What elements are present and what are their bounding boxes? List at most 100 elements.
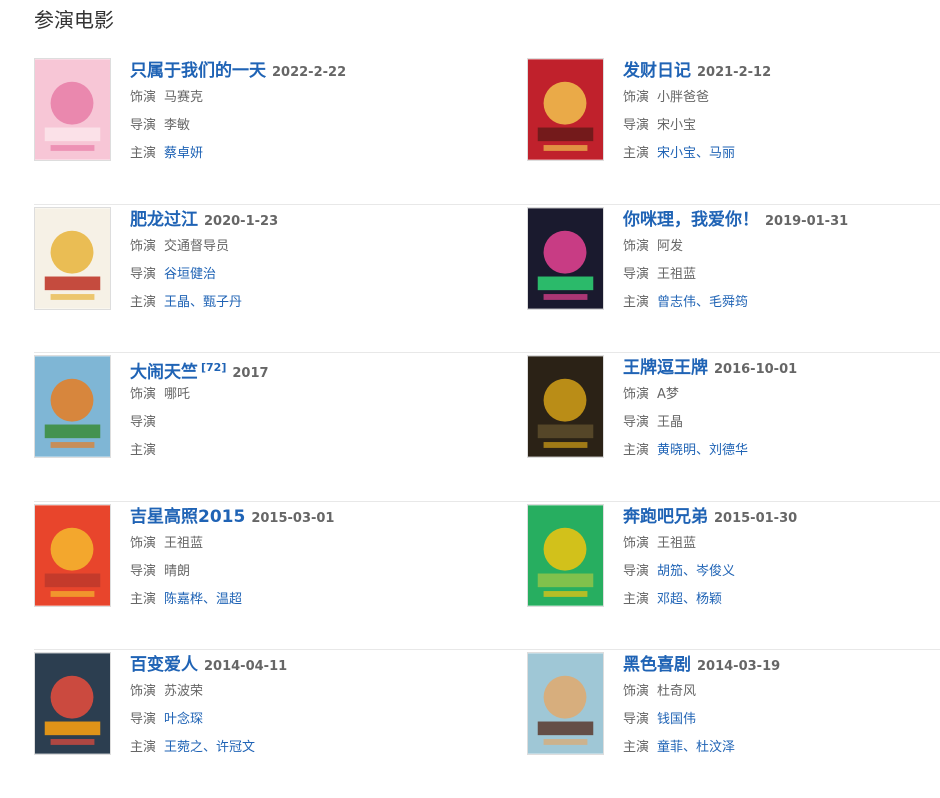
role-field: 饰演 阿发 [623,233,848,261]
cast-member-link[interactable]: 温超 [216,592,242,607]
movie-info: 肥龙过江 2020-1-23 饰演 交通督导员 导演 谷垣健治 主演 王晶、甄子丹 [130,207,278,317]
director-value[interactable]: 叶念琛 [164,712,203,727]
movie-title-link[interactable]: 你咪理，我爱你！ [623,210,759,230]
director-label: 导演 [130,712,157,727]
director-value: 王祖蓝 [657,266,697,282]
movie-card: 黑色喜剧 2014-03-19 饰演 杜奇风 导演 钱国伟主演 童菲、杜汶泽 [527,652,940,772]
movie-title-link[interactable]: 吉星高照2015 [130,507,245,527]
movie-title-link[interactable]: 奔跑吧兄弟 [623,507,708,527]
role-value: 阿发 [657,238,684,254]
movie-title-link[interactable]: 大闹天竺 [130,362,198,382]
movie-info: 大闹天竺 [72] 2017 饰演 哪吒 导演 主演 [130,355,269,465]
movie-title-link[interactable]: 王牌逗王牌 [623,358,708,378]
cast-member-link[interactable]: 许冠文 [216,740,255,755]
movie-title-line: 发财日记 2021-2-12 [623,58,771,84]
movie-card: 你咪理，我爱你！ 2019-01-31 饰演 阿发 导演 王祖蓝 主演 曾志伟、毛舜筠 [527,206,940,327]
section-title: 参演电影 [34,8,114,32]
movie-poster[interactable] [34,355,111,458]
movie-title-link[interactable]: 发财日记 [623,61,691,81]
cast-label: 主演 [623,294,650,310]
movie-info: 你咪理，我爱你！ 2019-01-31 饰演 阿发 导演 王祖蓝 主演 曾志伟、毛舜筠 [623,207,848,317]
role-label: 饰演 [130,90,157,105]
cast-label: 主演 [130,146,157,161]
role-field: 饰演 杜奇风 [623,678,780,706]
cast-member-link[interactable]: 王晶 [164,295,190,310]
movie-title-link[interactable]: 黑色喜剧 [623,655,691,675]
cast-member-link[interactable]: 杜汶泽 [696,740,735,755]
director-field: 导演 谷垣健治 [130,261,278,289]
movie-card: 大闹天竺 [72] 2017 饰演 哪吒 导演 主演 [34,355,474,475]
movie-grid: 只属于我们的一天 2022-2-22 饰演 马赛克 导演 李敏 主演 蔡卓妍 发财日记 2021-… [34,56,940,798]
cast-label: 主演 [623,740,650,755]
movie-title-link[interactable]: 只属于我们的一天 [130,61,266,81]
cast-member-link[interactable]: 陈嘉桦 [164,592,203,607]
movie-info: 只属于我们的一天 2022-2-22 饰演 马赛克 导演 李敏 主演 蔡卓妍 [130,58,346,168]
release-date: 2016-10-01 [714,362,798,377]
movie-poster[interactable] [527,355,604,458]
role-label: 饰演 [623,684,650,699]
release-date: 2022-2-22 [272,65,347,80]
cast-member-link[interactable]: 蔡卓妍 [164,146,203,161]
movie-poster[interactable] [34,206,111,310]
movie-row: 只属于我们的一天 2022-2-22 饰演 马赛克 导演 李敏 主演 蔡卓妍 发财日记 2021-… [34,56,940,205]
release-date: 2015-01-30 [714,510,798,526]
role-field: 饰演 哪吒 [130,381,269,409]
movie-poster[interactable] [527,206,604,310]
cast-member-link[interactable]: 曾志伟 [657,295,696,310]
cast-separator: 、 [683,740,697,755]
movie-info: 吉星高照2015 2015-03-01 饰演 王祖蓝 导演 晴朗 主演 陈嘉桦、温超 [130,504,334,614]
director-label: 导演 [130,415,157,430]
cast-member-link[interactable]: 杨颖 [696,592,722,607]
movie-title-link[interactable]: 肥龙过江 [130,210,198,230]
movie-row: 百变爱人 2014-04-11 饰演 苏波荣 导演 叶念琛 主演 王菀之、许冠文 黑色喜剧 201… [34,650,940,798]
role-label: 饰演 [130,535,157,551]
director-value[interactable]: 谷垣健治 [164,267,216,282]
director-label: 导演 [623,118,650,133]
movie-title-line: 你咪理，我爱你！ 2019-01-31 [623,207,848,233]
movie-info: 奔跑吧兄弟 2015-01-30 饰演 王祖蓝 导演 胡笳、岑俊义 主演 邓超、杨颖 [623,504,797,614]
director-value[interactable]: 钱国伟 [657,712,696,727]
movie-poster[interactable] [527,58,604,161]
director-field: 导演 叶念琛 [130,706,287,734]
movie-card: 百变爱人 2014-04-11 饰演 苏波荣 导演 叶念琛 主演 王菀之、许冠文 [34,652,474,772]
cast-separator: 、 [696,443,710,458]
director-value: 王晶 [657,415,684,430]
movie-card: 发财日记 2021-2-12 饰演 小胖爸爸 导演 宋小宝 主演 宋小宝、马丽 [527,58,940,178]
cast-member-link[interactable]: 毛舜筠 [709,295,748,310]
cast-member-link[interactable]: 邓超 [657,592,683,607]
cast-member-link[interactable]: 刘德华 [709,443,748,458]
cast-member-link[interactable]: 王菀之 [164,740,203,755]
director-value: 李敏 [164,118,191,133]
movie-title-line: 大闹天竺 [72] 2017 [130,355,269,382]
cast-label: 主演 [623,443,650,458]
role-field: 饰演 王祖蓝 [130,530,334,558]
director-value[interactable]: 胡笳、岑俊义 [657,564,735,579]
director-label: 导演 [130,118,157,133]
cast-member-link[interactable]: 宋小宝 [657,146,696,161]
movie-poster[interactable] [527,503,604,607]
director-field: 导演 王晶 [623,409,797,437]
movie-poster[interactable] [34,652,111,755]
movie-title-link[interactable]: 百变爱人 [130,655,198,675]
release-date: 2014-03-19 [697,659,781,674]
role-field: 饰演 王祖蓝 [623,530,797,558]
movie-poster[interactable] [527,652,604,755]
movie-card: 吉星高照2015 2015-03-01 饰演 王祖蓝 导演 晴朗 主演 陈嘉桦、温超 [34,503,474,624]
citation-ref[interactable]: [72] [201,361,226,374]
movie-poster[interactable] [34,503,111,607]
movie-info: 发财日记 2021-2-12 饰演 小胖爸爸 导演 宋小宝 主演 宋小宝、马丽 [623,58,771,168]
movie-title-line: 肥龙过江 2020-1-23 [130,207,278,233]
cast-field: 主演 王菀之、许冠文 [130,734,287,762]
cast-separator: 、 [696,294,710,310]
cast-member-link[interactable]: 童菲 [657,740,683,755]
role-field: 饰演 苏波荣 [130,678,287,706]
movie-poster[interactable] [34,58,111,161]
cast-member-link[interactable]: 马丽 [709,146,735,161]
director-field: 导演 李敏 [130,112,346,140]
movie-title-line: 黑色喜剧 2014-03-19 [623,652,780,678]
director-label: 导演 [623,563,650,579]
movie-card: 王牌逗王牌 2016-10-01 饰演 A梦 导演 王晶 主演 黄晓明、刘德华 [527,355,940,475]
cast-member-link[interactable]: 甄子丹 [203,295,242,310]
director-field: 导演 钱国伟 [623,706,780,734]
cast-member-link[interactable]: 黄晓明 [657,443,696,458]
